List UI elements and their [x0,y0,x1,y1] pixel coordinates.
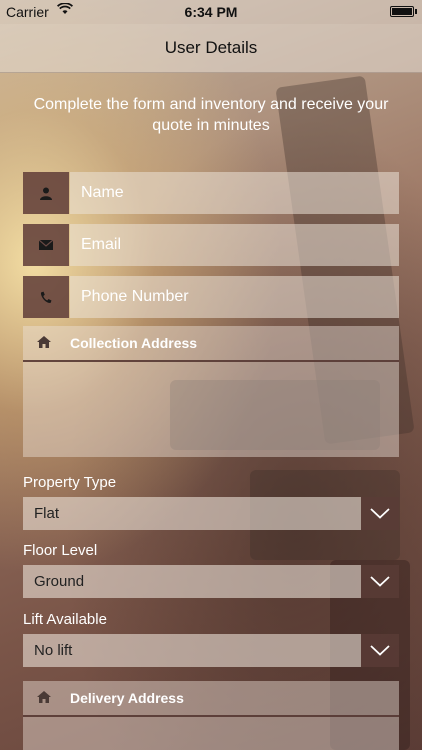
collection-address-input[interactable] [23,362,399,457]
property-type-value[interactable]: Flat [23,497,361,530]
home-icon [37,690,51,708]
lift-available-value[interactable]: No lift [23,634,361,667]
clock: 6:34 PM [184,4,238,20]
chevron-down-icon[interactable] [361,497,399,530]
delivery-address-label: Delivery Address [70,690,184,706]
delivery-address-header: Delivery Address [23,681,399,717]
property-type-label: Property Type [23,474,117,491]
email-input[interactable]: Email [70,224,399,266]
floor-level-value[interactable]: Ground [23,565,361,598]
navigation-bar: User Details [0,24,422,73]
phone-icon [23,276,69,318]
collection-address-header: Collection Address [23,326,399,362]
page-title: User Details [164,38,258,57]
battery-icon [390,6,414,17]
intro-text: Complete the form and inventory and rece… [33,96,389,134]
envelope-icon [23,224,69,266]
email-field-row[interactable]: Email [23,224,399,266]
property-type-select[interactable]: Flat [23,497,399,530]
collection-address-label: Collection Address [70,335,198,351]
chevron-down-icon[interactable] [361,565,399,598]
battery-tip [415,9,417,14]
lift-available-label: Lift Available [23,611,107,628]
floor-level-label: Floor Level [23,542,98,559]
name-input[interactable]: Name [70,172,399,214]
phone-field-row[interactable]: Phone Number [23,276,399,318]
home-icon [37,335,51,353]
name-field-row[interactable]: Name [23,172,399,214]
status-bar: Carrier 6:34 PM [0,0,422,24]
person-icon [23,172,69,214]
phone-input[interactable]: Phone Number [70,276,399,318]
lift-available-select[interactable]: No lift [23,634,399,667]
chevron-down-icon[interactable] [361,634,399,667]
delivery-address-input[interactable] [23,717,399,750]
floor-level-select[interactable]: Ground [23,565,399,598]
